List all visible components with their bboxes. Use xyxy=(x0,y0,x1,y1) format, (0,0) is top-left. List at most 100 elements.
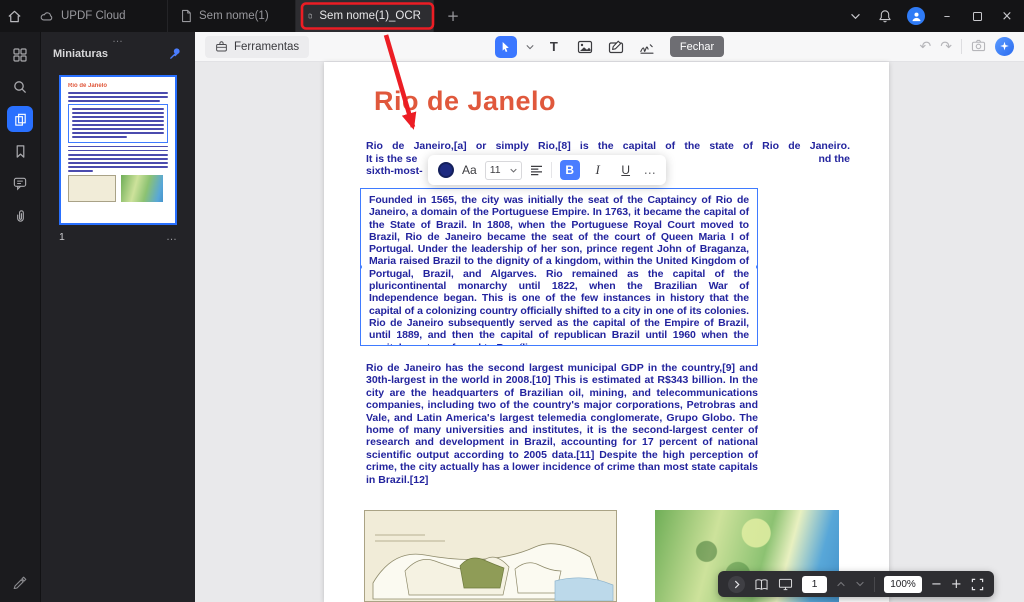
document-title[interactable]: Rio de Janelo xyxy=(374,86,556,117)
book-icon xyxy=(755,578,768,590)
align-left-icon xyxy=(530,165,542,175)
sidebar-item-bookmarks[interactable] xyxy=(7,138,33,164)
cursor-icon xyxy=(503,42,510,53)
font-size-dropdown[interactable]: 11 xyxy=(484,160,522,180)
grid-icon xyxy=(13,48,27,62)
new-tab-button[interactable]: + xyxy=(440,3,466,29)
chevron-down-icon xyxy=(526,44,534,49)
collapse-chevron-button[interactable] xyxy=(842,2,868,30)
fit-page-button[interactable] xyxy=(971,578,984,591)
main-area: Ferramentas T Fechar ↶ ↷ Rio de Janelo R… xyxy=(195,32,1024,602)
resize-handle-right[interactable] xyxy=(755,264,757,270)
notifications-button[interactable] xyxy=(872,2,898,30)
toolbox-icon xyxy=(216,41,227,52)
thumbnail-page-number: 1 xyxy=(59,231,65,243)
fill-sign-tool-button[interactable] xyxy=(605,36,627,58)
intro-line-2-left: It is the se xyxy=(366,152,418,165)
zoom-out-button[interactable]: − xyxy=(931,578,942,591)
sidebar-item-comments[interactable] xyxy=(7,170,33,196)
bold-button[interactable]: B xyxy=(559,160,580,180)
left-icon-rail xyxy=(0,32,40,602)
presentation-mode-button[interactable] xyxy=(778,578,793,591)
text-format-toolbar: Aa 11 B I U … xyxy=(428,155,666,185)
fit-screen-icon xyxy=(971,578,984,590)
minimize-button[interactable]: – xyxy=(934,2,960,30)
home-button[interactable] xyxy=(0,0,28,32)
maximize-button[interactable] xyxy=(964,2,990,30)
ferramentas-button[interactable]: Ferramentas xyxy=(205,35,310,58)
cloud-icon xyxy=(40,12,53,21)
document-icon xyxy=(308,13,312,19)
tab-label: UPDF Cloud xyxy=(61,10,126,22)
pages-icon xyxy=(14,113,26,126)
select-tool-chevron[interactable] xyxy=(526,44,534,50)
tab-updf-cloud[interactable]: UPDF Cloud xyxy=(28,0,168,32)
collapse-toolbar-button[interactable] xyxy=(728,575,745,593)
home-icon xyxy=(7,10,21,22)
titlebar-right-controls: – × xyxy=(842,2,1024,30)
selected-text-box[interactable]: Founded in 1565, the city was initially … xyxy=(360,188,758,346)
tab-sem-nome-1[interactable]: Sem nome(1) xyxy=(168,0,296,32)
sidebar-item-home-grid[interactable] xyxy=(7,42,33,68)
undo-button[interactable]: ↶ xyxy=(920,40,932,54)
signature-tool-button[interactable] xyxy=(636,36,658,58)
sidebar-item-attachments[interactable] xyxy=(7,202,33,228)
tab-label: Sem nome(1) xyxy=(199,10,269,22)
page-number-input[interactable]: 1 xyxy=(802,575,827,593)
thumbnail-maps xyxy=(68,174,168,202)
signature-icon xyxy=(640,43,654,54)
snapshot-button[interactable] xyxy=(971,39,986,54)
chevron-up-icon xyxy=(837,581,845,587)
format-more-button[interactable]: … xyxy=(644,163,656,177)
bell-icon xyxy=(879,9,891,22)
document-icon xyxy=(182,9,191,23)
redo-button[interactable]: ↷ xyxy=(940,40,952,54)
select-tool-button[interactable] xyxy=(494,35,517,58)
tab-sem-nome-1-ocr[interactable]: Sem nome(1)_OCR xyxy=(296,0,434,32)
comment-icon xyxy=(13,177,27,190)
map-graphic xyxy=(365,511,616,602)
pin-icon[interactable] xyxy=(168,46,183,61)
second-paragraph[interactable]: Rio de Janeiro has the second largest mu… xyxy=(366,362,758,486)
underline-button[interactable]: U xyxy=(616,160,636,180)
monitor-icon xyxy=(778,578,793,590)
fechar-button[interactable]: Fechar xyxy=(669,36,725,57)
fill-sign-icon xyxy=(608,40,623,53)
previous-page-button[interactable] xyxy=(836,581,846,587)
resize-handle-left[interactable] xyxy=(361,264,363,270)
next-page-button[interactable] xyxy=(855,581,865,587)
page-thumbnail[interactable]: Rio de Janelo xyxy=(59,75,177,225)
map-image-rio-state[interactable] xyxy=(364,510,617,602)
snapshot-icon xyxy=(971,39,986,52)
text-color-swatch[interactable] xyxy=(438,162,454,178)
chevron-right-icon xyxy=(734,580,740,588)
intro-line-1: Rio de Janeiro,[a] or simply Rio,[8] is … xyxy=(366,140,850,152)
font-size-value: 11 xyxy=(489,164,501,176)
panel-title: Miniaturas xyxy=(53,47,109,60)
status-bar-divider xyxy=(874,576,875,592)
chevron-down-icon xyxy=(510,168,517,173)
toolbar-divider xyxy=(961,39,962,54)
ai-assistant-button[interactable] xyxy=(995,37,1014,56)
user-avatar[interactable] xyxy=(907,7,925,25)
image-tool-button[interactable] xyxy=(574,36,596,58)
font-style-button[interactable]: Aa xyxy=(462,163,477,177)
sidebar-item-search[interactable] xyxy=(7,74,33,100)
thumbnail-more-button[interactable]: … xyxy=(166,231,177,243)
zoom-level[interactable]: 100% xyxy=(884,575,922,593)
pdf-page[interactable]: Rio de Janelo Rio de Janeiro,[a] or simp… xyxy=(324,62,889,602)
text-tool-button[interactable]: T xyxy=(543,36,565,58)
close-window-button[interactable]: × xyxy=(994,2,1020,30)
pen-tool-button[interactable] xyxy=(7,568,33,594)
page-layout-button[interactable] xyxy=(754,578,769,591)
search-icon xyxy=(14,81,27,94)
maximize-icon xyxy=(972,11,982,21)
document-canvas[interactable]: Rio de Janelo Rio de Janeiro,[a] or simp… xyxy=(195,62,1024,602)
zoom-in-button[interactable]: + xyxy=(951,578,962,591)
panel-more-handle[interactable]: … xyxy=(41,32,195,45)
format-bar-divider xyxy=(550,162,552,178)
align-button[interactable] xyxy=(530,165,543,176)
sidebar-item-thumbnails[interactable] xyxy=(7,106,33,132)
italic-button[interactable]: I xyxy=(588,160,608,180)
thumbnail-text-lines xyxy=(68,145,168,172)
